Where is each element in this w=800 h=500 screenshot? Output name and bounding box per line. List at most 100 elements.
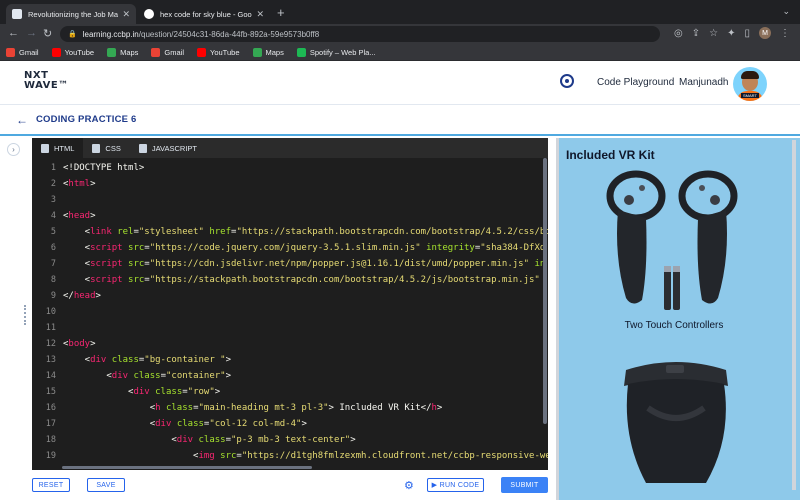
code-token: "bg-container " — [144, 355, 226, 365]
css-file-icon — [92, 143, 101, 153]
tab-label: CSS — [105, 143, 121, 153]
code-token: div — [133, 387, 156, 397]
code-line[interactable]: 12 <body> — [32, 336, 548, 352]
preview-divider[interactable] — [556, 138, 559, 500]
tab-css[interactable]: CSS — [83, 138, 129, 158]
code-line[interactable]: 2 <html> — [32, 176, 548, 192]
app-header: NXT WAVE™ Code Playground Manjunadh SMAR… — [0, 61, 800, 105]
share-icon[interactable]: ⇪ — [692, 28, 700, 39]
code-line[interactable]: 10 — [32, 304, 548, 320]
bookmark-item[interactable]: Spotify – Web Pla... — [296, 47, 376, 57]
address-bar[interactable]: 🔒 learning.ccbp.in /question/24504c31-86… — [60, 26, 660, 42]
code-token: class — [165, 403, 194, 413]
tab-html[interactable]: HTML — [32, 138, 84, 158]
code-line[interactable]: 19 <img src="https://d1tgh8fmlzexmh.clou… — [32, 448, 548, 464]
extensions-icon[interactable]: ✦ — [727, 28, 735, 39]
code-line[interactable]: 13 <div class="bg-container "> — [32, 352, 548, 368]
code-line[interactable]: 3 — [32, 192, 548, 208]
browser-tab-google[interactable]: hex code for sky blue - Google ✕ — [138, 4, 270, 24]
code-token: integrity — [426, 243, 475, 253]
code-line[interactable]: 4 <head> — [32, 208, 548, 224]
timer-icon[interactable] — [560, 74, 574, 88]
line-content: <html> — [63, 176, 96, 192]
code-token: div — [90, 355, 112, 365]
preview-caption: Two Touch Controllers — [624, 320, 724, 331]
menu-kebab-icon[interactable]: ⋮ — [780, 28, 790, 39]
submit-button[interactable]: SUBMIT — [501, 477, 548, 493]
js-file-icon — [138, 143, 147, 153]
code-line[interactable]: 8 <script src="https://stackpath.bootstr… — [32, 272, 548, 288]
right-touch-controller-image — [678, 170, 738, 304]
run-code-button[interactable]: ▶ RUN CODE — [427, 478, 484, 492]
code-token: script — [90, 259, 129, 269]
code-line[interactable]: 14 <div class="container"> — [32, 368, 548, 384]
code-token: > — [225, 355, 231, 365]
google-lens-icon[interactable]: ◎ — [674, 28, 683, 39]
editor-horizontal-scrollbar[interactable] — [62, 466, 312, 469]
code-token: > — [436, 403, 443, 413]
new-tab-icon[interactable]: + — [277, 5, 285, 20]
tab-close-icon[interactable]: ✕ — [122, 9, 130, 20]
header-divider — [0, 134, 800, 136]
code-token: div — [155, 419, 177, 429]
browser-tab-active[interactable]: Revolutionizing the Job Market ✕ — [6, 4, 136, 24]
bookmark-item[interactable]: YouTube — [197, 47, 240, 57]
code-token: body — [68, 339, 91, 349]
code-line[interactable]: 9 </head> — [32, 288, 548, 304]
line-content: <h class="main-heading mt-3 pl-3"> Inclu… — [63, 400, 443, 416]
back-arrow-icon[interactable]: ← — [16, 113, 28, 127]
code-token: < — [63, 387, 134, 397]
bookmark-item[interactable]: Gmail — [151, 47, 184, 57]
avatar[interactable]: SMART — [733, 67, 767, 101]
tab-search-chevron-icon[interactable]: ⌄ — [782, 6, 790, 17]
editor-tabs: HTML CSS JAVASCRIPT — [32, 138, 548, 158]
side-panel-icon[interactable]: ▯ — [744, 28, 750, 39]
code-line[interactable]: 6 <script src="https://code.jquery.com/j… — [32, 240, 548, 256]
save-button[interactable]: SAVE — [87, 478, 125, 492]
editor-vertical-scrollbar[interactable] — [543, 158, 547, 424]
nxtwave-logo[interactable]: NXT WAVE™ — [24, 71, 69, 91]
bookmark-item[interactable]: Maps — [252, 47, 284, 57]
preview-scrollbar[interactable] — [792, 140, 796, 490]
code-token: html — [68, 179, 91, 189]
drag-handle[interactable] — [24, 305, 28, 325]
code-playground-link[interactable]: Code Playground — [597, 77, 674, 88]
reset-button[interactable]: RESET — [32, 478, 70, 492]
tab-close-icon[interactable]: ✕ — [256, 9, 264, 20]
code-line[interactable]: 11 — [32, 320, 548, 336]
code-area[interactable]: 1 <!DOCTYPE html> 2 <html> 3 4 <head> 5 <link r… — [32, 158, 548, 466]
bookmark-favicon-icon — [296, 47, 306, 57]
code-line[interactable]: 5 <link rel="stylesheet" href="https://s… — [32, 224, 548, 240]
line-content: <div class="p-3 mb-3 text-center"> — [63, 432, 355, 448]
code-token: img — [198, 451, 221, 461]
bookmark-star-icon[interactable]: ☆ — [709, 28, 718, 39]
code-line[interactable]: 17 <div class="col-12 col-md-4"> — [32, 416, 548, 432]
code-line[interactable]: 18 <div class="p-3 mb-3 text-center"> — [32, 432, 548, 448]
lock-icon: 🔒 — [68, 31, 77, 38]
line-content: <script src="https://stackpath.bootstrap… — [63, 272, 545, 288]
settings-gear-icon[interactable]: ⚙ — [404, 479, 414, 492]
bookmark-favicon-icon — [252, 47, 262, 57]
code-token: < — [63, 451, 199, 461]
username[interactable]: Manjunadh — [679, 77, 728, 88]
line-number: 16 — [45, 403, 56, 413]
forward-icon[interactable]: → — [26, 27, 37, 39]
tab-javascript[interactable]: JAVASCRIPT — [130, 138, 206, 158]
bookmark-item[interactable]: YouTube — [51, 47, 94, 57]
expand-panel-button[interactable]: › — [7, 143, 20, 156]
code-token: "col-12 col-md-4" — [209, 419, 302, 429]
line-content: </head> — [63, 288, 101, 304]
code-line[interactable]: 7 <script src="https://cdn.jsdelivr.net/… — [32, 256, 548, 272]
vr-kit-illustration — [606, 170, 738, 483]
bookmark-favicon-icon — [51, 47, 61, 57]
code-line[interactable]: 16 <h class="main-heading mt-3 pl-3"> In… — [32, 400, 548, 416]
back-icon[interactable]: ← — [8, 27, 19, 39]
code-editor[interactable]: HTML CSS JAVASCRIPT 1 <!DOCTYPE html> 2 <ht… — [32, 138, 548, 470]
bookmark-item[interactable]: Gmail — [6, 47, 39, 57]
code-line[interactable]: 1 <!DOCTYPE html> — [32, 160, 548, 176]
avatar-hair — [741, 71, 759, 79]
reload-icon[interactable]: ↻ — [43, 27, 52, 40]
bookmark-item[interactable]: Maps — [107, 47, 138, 57]
profile-avatar[interactable]: M — [759, 27, 771, 39]
code-line[interactable]: 15 <div class="row"> — [32, 384, 548, 400]
